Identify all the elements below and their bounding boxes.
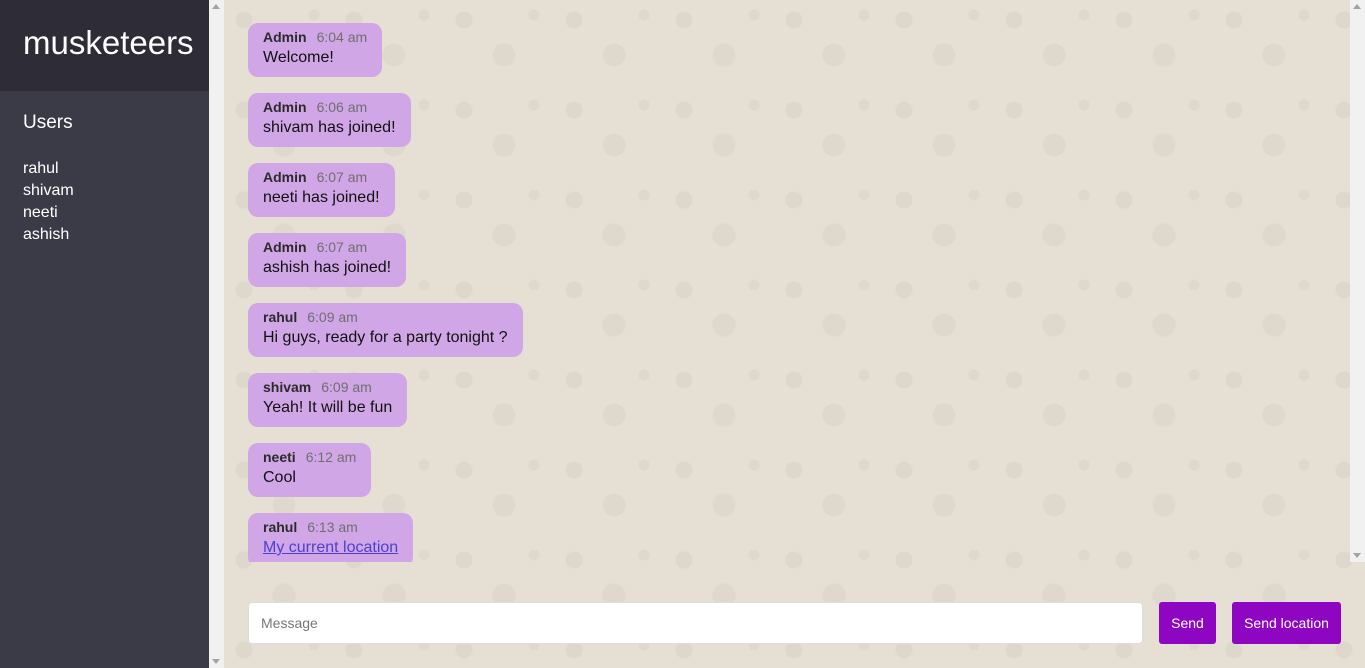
send-location-button[interactable]: Send location: [1232, 602, 1341, 644]
message: Admin 6:04 am Welcome!: [248, 23, 383, 77]
message-author: Admin: [263, 99, 307, 115]
message-author: Admin: [263, 239, 307, 255]
message-text: ashish has joined!: [263, 259, 392, 276]
message: Admin 6:07 am ashish has joined!: [248, 233, 407, 287]
message-time: 6:07 am: [316, 169, 368, 185]
message-author: Admin: [263, 29, 307, 45]
sidebar-scrollbar[interactable]: [209, 0, 224, 668]
message-author: neeti: [263, 449, 296, 465]
message-time: 6:04 am: [316, 29, 368, 45]
chat-main: Admin 6:04 am Welcome! Admin 6:06 am shiva…: [224, 0, 1365, 668]
users-title: Users: [23, 112, 73, 133]
message-text: neeti has joined!: [263, 189, 380, 206]
message-time: 6:13 am: [307, 519, 358, 535]
message-text: Cool: [263, 469, 296, 486]
message-text: shivam has joined!: [263, 119, 396, 136]
message-author: Admin: [263, 169, 307, 185]
sidebar: musketeers Users rahul shivam neeti ashi…: [0, 0, 209, 668]
message-input[interactable]: [248, 602, 1143, 644]
messages-scrollbar[interactable]: [1350, 0, 1365, 562]
user-item-ashish: ashish: [23, 226, 70, 243]
send-button[interactable]: Send: [1159, 602, 1216, 644]
message-author: rahul: [263, 519, 298, 535]
message-time: 6:06 am: [316, 99, 368, 115]
message: rahul 6:13 am My current location: [248, 513, 414, 562]
message-time: 6:09 am: [321, 379, 372, 395]
user-item-shivam: shivam: [23, 182, 74, 199]
user-item-neeti: neeti: [23, 204, 58, 221]
message: Admin 6:06 am shivam has joined!: [248, 93, 411, 147]
message-time: 6:09 am: [307, 309, 358, 325]
message: neeti 6:12 am Cool: [248, 443, 372, 497]
scroll-up-arrow-icon[interactable]: [1353, 4, 1361, 9]
location-link[interactable]: My current location: [263, 539, 398, 556]
message-time: 6:07 am: [316, 239, 368, 255]
scroll-up-arrow-icon[interactable]: [212, 4, 220, 9]
room-name: musketeers: [0, 0, 209, 91]
message: shivam 6:09 am Yeah! It will be fun: [248, 373, 408, 427]
scroll-down-arrow-icon[interactable]: [212, 659, 220, 664]
message-time: 6:12 am: [305, 449, 357, 465]
message: rahul 6:09 am Hi guys, ready for a party …: [248, 303, 523, 357]
message-author: rahul: [263, 309, 298, 325]
message-text: Hi guys, ready for a party tonight ?: [263, 329, 508, 346]
message-text: Yeah! It will be fun: [263, 399, 393, 416]
user-item-rahul: rahul: [23, 160, 59, 177]
message-author: shivam: [263, 379, 312, 395]
scroll-down-arrow-icon[interactable]: [1353, 553, 1361, 558]
messages-list: Admin 6:04 am Welcome! Admin 6:06 am shiva…: [224, 0, 1350, 562]
message: Admin 6:07 am neeti has joined!: [248, 163, 395, 217]
user-list: rahul shivam neeti ashish: [23, 158, 186, 246]
message-text: Welcome!: [263, 49, 334, 66]
